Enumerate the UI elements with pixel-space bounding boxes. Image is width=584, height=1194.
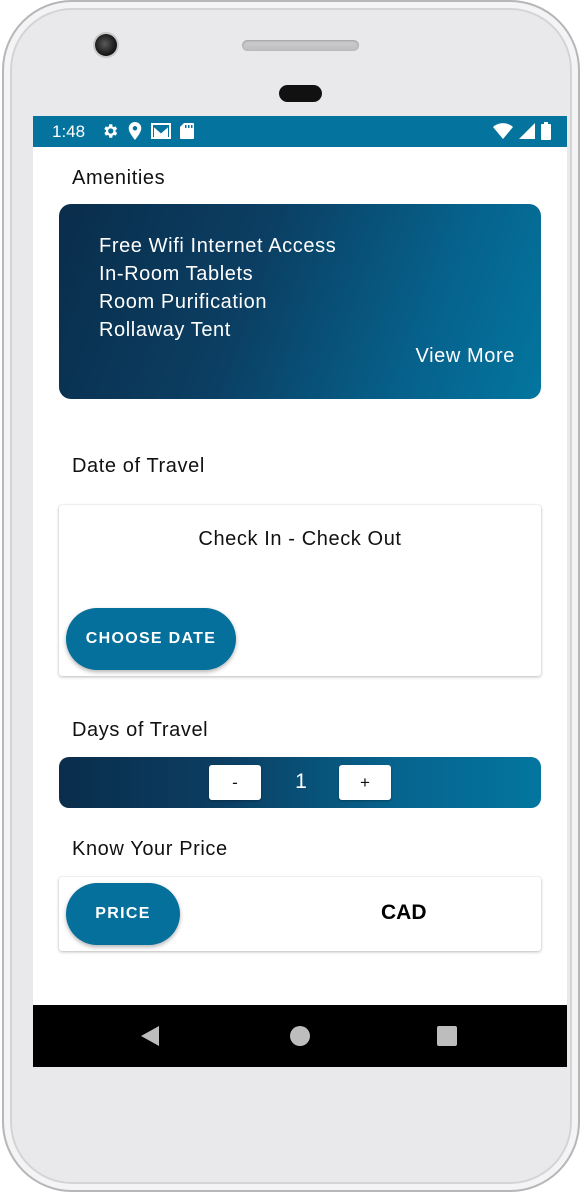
- date-of-travel-title: Date of Travel: [72, 455, 205, 477]
- earpiece-speaker: [242, 40, 359, 51]
- amenity-item: In-Room Tablets: [99, 263, 254, 285]
- check-in-check-out-text: Check In - Check Out: [198, 528, 402, 550]
- increment-days-button[interactable]: +: [339, 765, 391, 800]
- price-card: PRICE CAD: [59, 877, 541, 951]
- amenity-item: Free Wifi Internet Access: [99, 235, 337, 257]
- gear-icon: [104, 124, 118, 138]
- choose-date-button[interactable]: CHOOSE DATE: [66, 608, 236, 670]
- front-camera: [95, 34, 117, 56]
- location-pin-icon: [128, 122, 142, 140]
- gmail-icon: [151, 123, 171, 139]
- back-icon[interactable]: [141, 1026, 159, 1046]
- battery-icon: [541, 122, 551, 140]
- phone-frame: 1:48 Amenities Free Wifi Internet Access…: [2, 0, 580, 1192]
- price-button[interactable]: PRICE: [66, 883, 180, 945]
- know-your-price-title: Know Your Price: [72, 838, 228, 860]
- amenity-list: Free Wifi Internet Access In-Room Tablet…: [99, 232, 336, 344]
- date-card: Check In - Check Out CHOOSE DATE: [59, 505, 541, 676]
- sd-card-icon: [180, 123, 194, 139]
- amenities-title: Amenities: [72, 167, 166, 189]
- days-stepper: - 1 +: [59, 757, 541, 808]
- days-of-travel-title: Days of Travel: [72, 719, 209, 741]
- proximity-sensor: [279, 85, 322, 102]
- status-bar: 1:48: [33, 116, 567, 147]
- status-icons-left: [101, 122, 194, 140]
- status-time: 1:48: [52, 122, 86, 141]
- cell-signal-icon: [519, 123, 535, 139]
- amenity-item: Rollaway Tent: [99, 319, 231, 341]
- currency-label: CAD: [381, 901, 427, 924]
- view-more-link[interactable]: View More: [415, 345, 515, 368]
- recents-icon[interactable]: [437, 1026, 457, 1046]
- screen: 1:48 Amenities Free Wifi Internet Access…: [33, 116, 567, 1067]
- decrement-days-button[interactable]: -: [209, 765, 261, 800]
- amenities-card: Free Wifi Internet Access In-Room Tablet…: [59, 204, 541, 399]
- system-nav-bar: [33, 1005, 567, 1067]
- wifi-icon: [493, 123, 513, 139]
- main-content: Amenities Free Wifi Internet Access In-R…: [33, 147, 567, 1005]
- home-icon[interactable]: [290, 1026, 310, 1046]
- status-icons-right: [493, 122, 551, 140]
- amenity-item: Room Purification: [99, 291, 268, 313]
- days-value: 1: [295, 770, 307, 793]
